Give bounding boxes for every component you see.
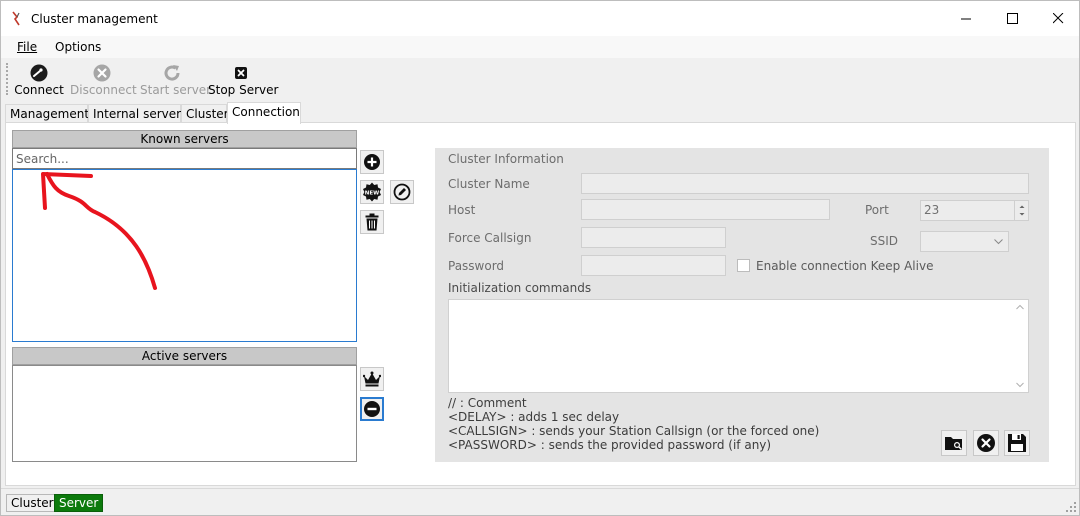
disconnect-icon [93, 64, 111, 82]
maximize-button[interactable] [989, 1, 1035, 36]
stop-server-label: Stop Server [208, 83, 279, 97]
connect-label: Connect [14, 83, 64, 97]
clear-commands-button[interactable] [973, 430, 999, 456]
known-servers-header: Known servers [12, 130, 357, 148]
new-server-button[interactable]: NEW [360, 180, 384, 204]
help-line-delay: <DELAY> : adds 1 sec delay [448, 410, 620, 424]
clear-icon [977, 434, 995, 452]
status-server[interactable]: Server [54, 494, 104, 512]
keep-alive-label: Enable connection Keep Alive [756, 259, 934, 273]
save-commands-button[interactable] [1004, 430, 1030, 456]
port-spinner[interactable]: 23 [920, 200, 1029, 221]
chevron-down-icon [994, 239, 1003, 245]
open-commands-button[interactable] [941, 430, 967, 456]
maximize-icon [1006, 13, 1018, 24]
window-title: Cluster management [31, 12, 158, 26]
delete-server-button[interactable] [360, 210, 384, 234]
save-icon [1008, 434, 1026, 452]
keep-alive-checkbox[interactable] [737, 259, 750, 272]
menu-bar: File Options [1, 36, 1079, 58]
cluster-name-field[interactable] [581, 173, 1029, 194]
status-cluster[interactable]: Cluster [6, 494, 59, 512]
resize-grip-icon[interactable] [1066, 502, 1076, 512]
port-value: 23 [924, 203, 940, 217]
edit-icon [393, 183, 411, 201]
minus-icon [364, 401, 380, 417]
add-server-button[interactable] [360, 150, 384, 174]
title-bar: Cluster management [1, 1, 1079, 36]
password-field[interactable] [581, 255, 726, 276]
known-servers-list[interactable] [12, 169, 357, 342]
init-commands-textarea[interactable] [448, 299, 1029, 393]
active-servers-list[interactable] [12, 365, 357, 462]
cluster-information-panel: Cluster Information Cluster Name Host Po… [435, 148, 1049, 462]
toolbar-grip [6, 63, 9, 95]
refresh-icon [164, 65, 180, 81]
host-label: Host [448, 203, 476, 217]
svg-text:NEW: NEW [365, 191, 379, 197]
init-commands-label: Initialization commands [448, 281, 592, 295]
menu-file[interactable]: File [17, 40, 37, 54]
help-line-password: <PASSWORD> : sends the provided password… [448, 438, 772, 452]
tab-management[interactable]: Management [5, 104, 89, 124]
remove-active-server-button[interactable] [360, 397, 384, 421]
app-icon [12, 11, 20, 26]
active-servers-header: Active servers [12, 347, 357, 365]
ssid-select[interactable] [920, 231, 1009, 252]
tab-cluster[interactable]: Cluster [181, 104, 229, 124]
minimize-button[interactable] [943, 1, 989, 36]
close-button[interactable] [1035, 1, 1080, 36]
crown-icon [363, 371, 381, 387]
search-input[interactable] [12, 148, 357, 169]
tab-internal-server[interactable]: Internal server [88, 104, 181, 124]
port-label: Port [865, 203, 889, 217]
stop-icon [235, 67, 247, 79]
help-line-callsign: <CALLSIGN> : sends your Station Callsign… [448, 424, 820, 438]
menu-options[interactable]: Options [55, 40, 101, 54]
force-callsign-field[interactable] [581, 227, 726, 248]
connect-icon [30, 64, 48, 82]
ssid-label: SSID [870, 234, 899, 248]
trash-icon [365, 213, 379, 231]
annotation-arrow [41, 172, 157, 290]
port-spin-buttons[interactable] [1014, 201, 1028, 220]
help-line-comment: // : Comment [448, 396, 527, 410]
password-label: Password [448, 259, 505, 273]
status-bar: Cluster Server [1, 488, 1079, 515]
menu-file-label: File [17, 40, 38, 54]
spin-arrows-icon [1019, 205, 1025, 216]
set-master-server-button[interactable] [360, 367, 384, 391]
textarea-scrollbar[interactable] [1012, 300, 1028, 392]
toolbar: Connect Disconnect Start server Stop Ser… [1, 58, 1079, 100]
edit-server-button[interactable] [390, 180, 414, 204]
cluster-information-title: Cluster Information [448, 152, 564, 166]
cluster-management-window: Cluster management File Options Connect [0, 0, 1080, 516]
disconnect-label: Disconnect [70, 83, 137, 97]
stop-server-button[interactable]: Stop Server [208, 60, 279, 98]
force-callsign-label: Force Callsign [448, 231, 532, 245]
add-icon [364, 154, 380, 170]
tab-connection[interactable]: Connection [227, 102, 301, 124]
start-server-button[interactable]: Start server [140, 60, 212, 98]
host-field[interactable] [581, 199, 830, 220]
connect-button[interactable]: Connect [14, 60, 64, 98]
start-server-label: Start server [140, 83, 212, 97]
cluster-name-label: Cluster Name [448, 177, 530, 191]
new-badge-icon: NEW [363, 182, 381, 202]
disconnect-button[interactable]: Disconnect [70, 60, 137, 98]
scroll-arrows-icon [1016, 304, 1024, 388]
minimize-icon [960, 18, 971, 20]
close-icon [1052, 13, 1063, 24]
folder-open-icon [945, 437, 962, 450]
